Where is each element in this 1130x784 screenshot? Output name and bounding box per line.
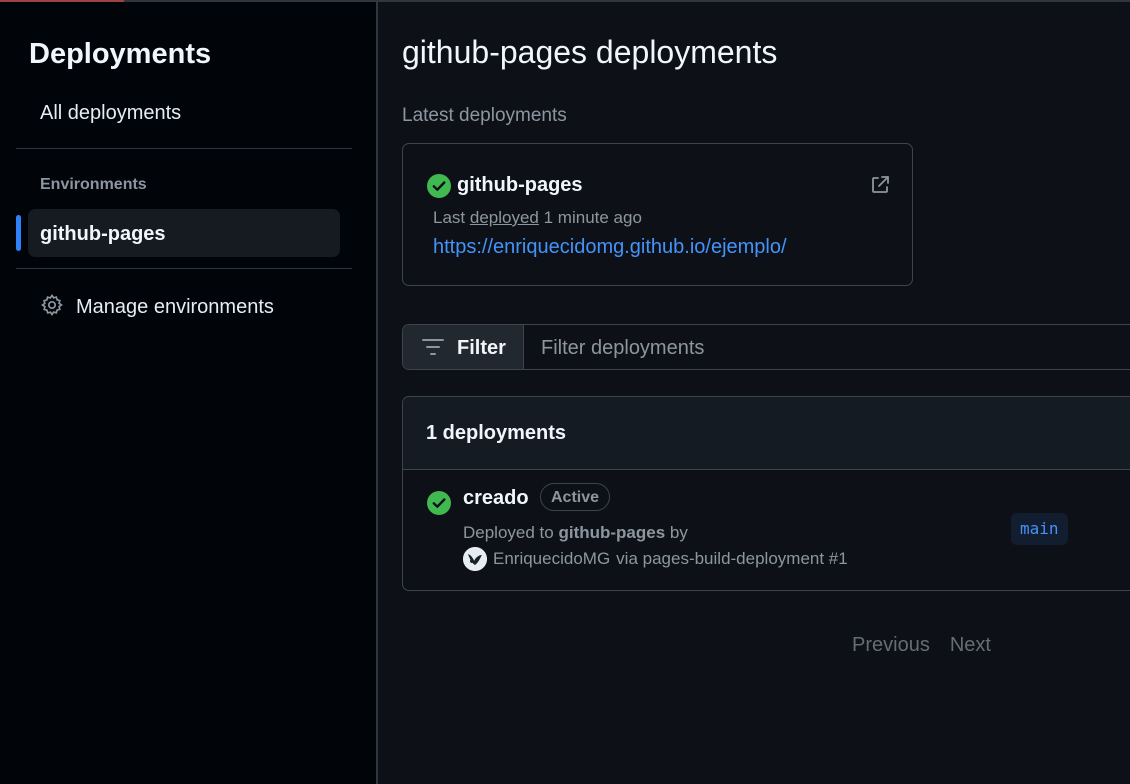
latest-deployment-card: github-pages Last deployed 1 minute ago … — [402, 143, 913, 286]
deployed-to-prefix: Deployed to — [463, 523, 554, 542]
link-external-icon[interactable] — [869, 174, 891, 201]
check-circle-fill-icon — [427, 491, 451, 520]
deployments-list: 1 deployments creado Active Deployed to … — [402, 396, 1130, 591]
selected-indicator — [16, 215, 21, 251]
deployments-count: 1 deployments — [426, 422, 567, 444]
sidebar-divider — [16, 148, 352, 149]
last-time: 1 minute ago — [543, 208, 642, 227]
manage-environments-link[interactable]: Manage environments — [40, 292, 274, 322]
author-link[interactable]: EnriquecidoMG — [493, 549, 610, 569]
sidebar-title: Deployments — [29, 38, 212, 70]
last-prefix: Last — [433, 208, 466, 227]
deployed-link[interactable]: deployed — [470, 208, 539, 227]
environments-heading: Environments — [40, 176, 147, 193]
page-title: github-pages deployments — [402, 34, 778, 70]
by-text: by — [669, 523, 688, 542]
filter-button-label: Filter — [457, 337, 506, 359]
check-circle-fill-icon — [427, 174, 451, 203]
filter-bar: Filter — [402, 324, 1130, 371]
environment-link[interactable]: github-pages — [558, 523, 665, 542]
sidebar-item-github-pages[interactable]: github-pages — [16, 209, 340, 257]
environment-name: github-pages — [457, 174, 583, 196]
next-button[interactable]: Next — [950, 634, 991, 657]
all-deployments-link[interactable]: All deployments — [40, 102, 181, 125]
sidebar: Deployments All deployments Environments… — [0, 2, 378, 784]
sidebar-divider — [16, 268, 352, 269]
workflow-link[interactable]: via pages-build-deployment #1 — [616, 549, 848, 569]
pagination: Previous Next — [852, 634, 991, 657]
previous-button[interactable]: Previous — [852, 634, 930, 657]
deployed-to-text: Deployed to github-pages by — [463, 523, 688, 543]
latest-deployments-heading: Latest deployments — [402, 105, 567, 126]
manage-environments-label: Manage environments — [76, 295, 274, 318]
branch-label[interactable]: main — [1011, 513, 1068, 545]
status-badge: Active — [540, 483, 611, 511]
sidebar-item-label: github-pages — [40, 223, 166, 245]
filter-icon — [421, 338, 445, 361]
deployment-url-link[interactable]: https://enriquecidomg.github.io/ejemplo/ — [433, 236, 787, 259]
filter-button[interactable]: Filter — [403, 325, 524, 369]
filter-deployments-input[interactable] — [525, 325, 1130, 371]
deployments-list-header: 1 deployments — [403, 397, 1130, 470]
last-deployed-text: Last deployed 1 minute ago — [433, 208, 642, 228]
deployment-name-link[interactable]: creado — [463, 487, 529, 510]
deployment-row: creado Active Deployed to github-pages b… — [403, 470, 1130, 590]
deployment-author-line: EnriquecidoMG via pages-build-deployment… — [463, 547, 848, 571]
avatar[interactable] — [463, 547, 487, 571]
gear-icon — [40, 293, 64, 322]
